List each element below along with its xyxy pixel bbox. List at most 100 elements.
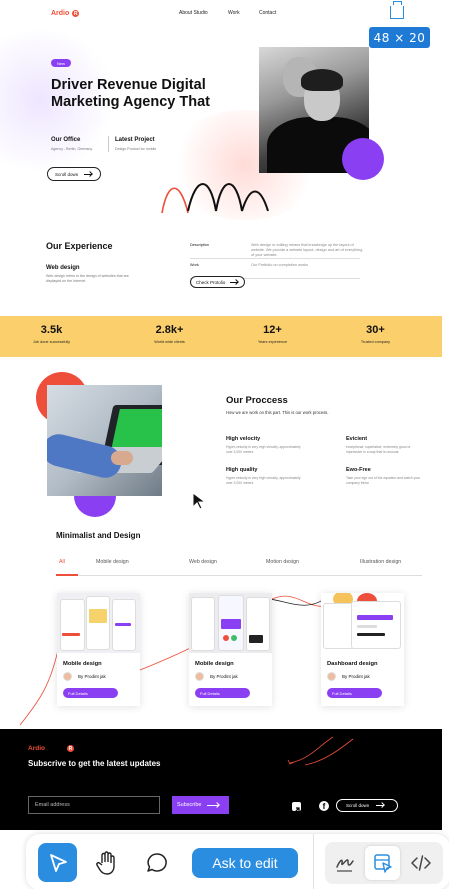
edit-select-icon[interactable] [371,851,395,875]
brand-logo[interactable]: Ardio R [51,10,80,17]
portfolio-card[interactable]: Dashboard design By Prodint jak Full Det… [321,593,404,706]
full-details-button[interactable]: Full Details [195,688,250,698]
card-title: Mobile design [195,661,234,667]
email-input[interactable]: Email address [28,796,160,814]
card-thumbnail [57,593,140,653]
size-badge: 48 × 20 [369,27,430,48]
author-name: By Prodint jak [78,674,106,679]
office-info: Our Office Agency - Berlin, Germany [51,137,92,151]
footer-brand-name: Ardio [28,745,45,752]
arrow-right-icon [207,804,220,806]
facebook-icon[interactable]: f [319,801,329,811]
squiggle-decoration [161,183,269,214]
project-info: Latest Project Design Product for mobile [115,137,156,151]
toolbar-separator [313,834,314,889]
experience-subtitle: Web design [46,265,80,271]
footer-arrows-decoration [287,736,354,766]
experience-description: Web design refers to the design of websi… [46,274,129,283]
row-key: Work [190,263,199,267]
new-badge: New [51,59,71,67]
full-details-button[interactable]: Full Details [63,688,118,698]
check-portfolio-label: Check Protolio [196,279,226,285]
feature-desc: Hyper-velocity is very high velocity, ap… [226,445,301,454]
project-title: Latest Project [115,137,155,143]
subscribe-label: Subscribe [177,802,202,808]
card-thumbnail [321,593,404,653]
subscribe-button[interactable]: Subscribe [172,796,229,814]
nav-link-work[interactable]: Work [228,10,259,16]
stat-number: 12+ [263,324,282,336]
nav-link-about[interactable]: About Studio [179,10,228,16]
card-title: Dashboard design [327,661,378,667]
author-name: By Prodint jak [210,674,238,679]
tab-motion-design[interactable]: Motion design [266,559,299,565]
stat-companies: 30+ Trusted company [333,324,418,344]
active-tab-indicator [56,574,78,576]
process-title: Our Proccess [226,395,288,406]
ask-to-edit-button[interactable]: Ask to edit [192,848,298,878]
stat-number: 2.8k+ [155,324,184,336]
tab-illustration-design[interactable]: Illustration design [360,559,401,565]
footer-scroll-down-button[interactable]: Scroll down [336,799,398,812]
office-title: Our Office [51,137,81,143]
brand-name: Ardio [51,10,70,17]
feature-item: High quality Hyper-velocity is very high… [226,467,301,486]
avatar [327,672,336,681]
brand-mark: R [72,10,80,17]
hand-icon[interactable] [94,849,120,877]
feature-title: High quality [226,467,258,473]
table-row: Description Web design or editing means … [190,239,362,259]
draw-icon[interactable] [333,851,357,875]
stat-jobs: 3.5k Job done successfully [9,324,94,344]
scroll-down-button[interactable]: Scroll down [47,167,101,181]
stat-number: 30+ [366,324,385,336]
full-details-button[interactable]: Full Details [327,688,382,698]
code-icon[interactable] [409,851,433,875]
avatar [63,672,72,681]
process-subtitle: How we are work on this part. This is ou… [226,410,329,415]
top-nav: About Studio Work Contact [179,10,276,16]
footer-scroll-label: Scroll down [346,803,370,808]
feature-desc: Hyper-velocity is very high velocity, ap… [226,476,301,485]
share-icon[interactable] [292,802,301,814]
resize-handle-icon[interactable] [390,1,404,19]
arrow-right-icon [376,805,385,806]
card-thumbnail [189,593,272,653]
card-author: By Prodint jak [327,672,370,681]
comment-icon[interactable] [144,850,170,876]
office-sub: Agency - Berlin, Germany [51,147,93,151]
stat-years: 12+ Years experience [230,324,315,344]
stat-number: 3.5k [40,324,63,336]
tab-web-design[interactable]: Web design [189,559,217,565]
card-author: By Prodint jak [195,672,238,681]
page-canvas: Ardio R About Studio Work Contact 48 × 2… [0,0,442,830]
arrow-right-icon [230,281,239,283]
hero-title: Driver Revenue Digital Marketing Agency … [51,77,210,110]
footer-logo[interactable]: Ardio R [28,745,74,752]
feature-title: Evicient [346,436,368,442]
portfolio-card[interactable]: Mobile design By Prodint jak Full Detail… [57,593,140,706]
row-value: Our Portfolio on completion works [251,263,308,267]
tab-all[interactable]: All [59,559,65,565]
tab-mobile-design[interactable]: Mobile design [96,559,129,565]
card-author: By Prodint jak [63,672,106,681]
stats-bar: 3.5k Job done successfully 2.8k+ World w… [0,316,442,357]
portfolio-card[interactable]: Mobile design By Prodint jak Full Detail… [189,593,272,706]
feature-item: Evicient exceptional; superlative; extre… [346,436,421,455]
feature-desc: exceptional; superlative; extremely good… [346,445,411,454]
portfolio-tabs: All Mobile design Web design Motion desi… [56,559,422,576]
feature-item: High velocity Hyper-velocity is very hig… [226,436,301,455]
arrow-right-icon [84,173,93,175]
portfolio-title: Minimalist and Design [56,531,141,540]
stat-label: Years experience [257,340,288,344]
mouse-cursor-icon [192,492,207,510]
check-portfolio-button[interactable]: Check Protolio [190,276,245,288]
select-pointer-icon[interactable] [38,843,77,882]
stat-label: Job done successfully [32,340,71,344]
scroll-down-label: Scroll down [55,171,79,177]
experience-table: Description Web design or editing means … [190,239,362,279]
feature-item: Ewo-Free Take your ego out of the equati… [346,467,421,486]
row-key: Description [190,243,209,247]
nav-link-contact[interactable]: Contact [259,10,276,16]
avatar [195,672,204,681]
